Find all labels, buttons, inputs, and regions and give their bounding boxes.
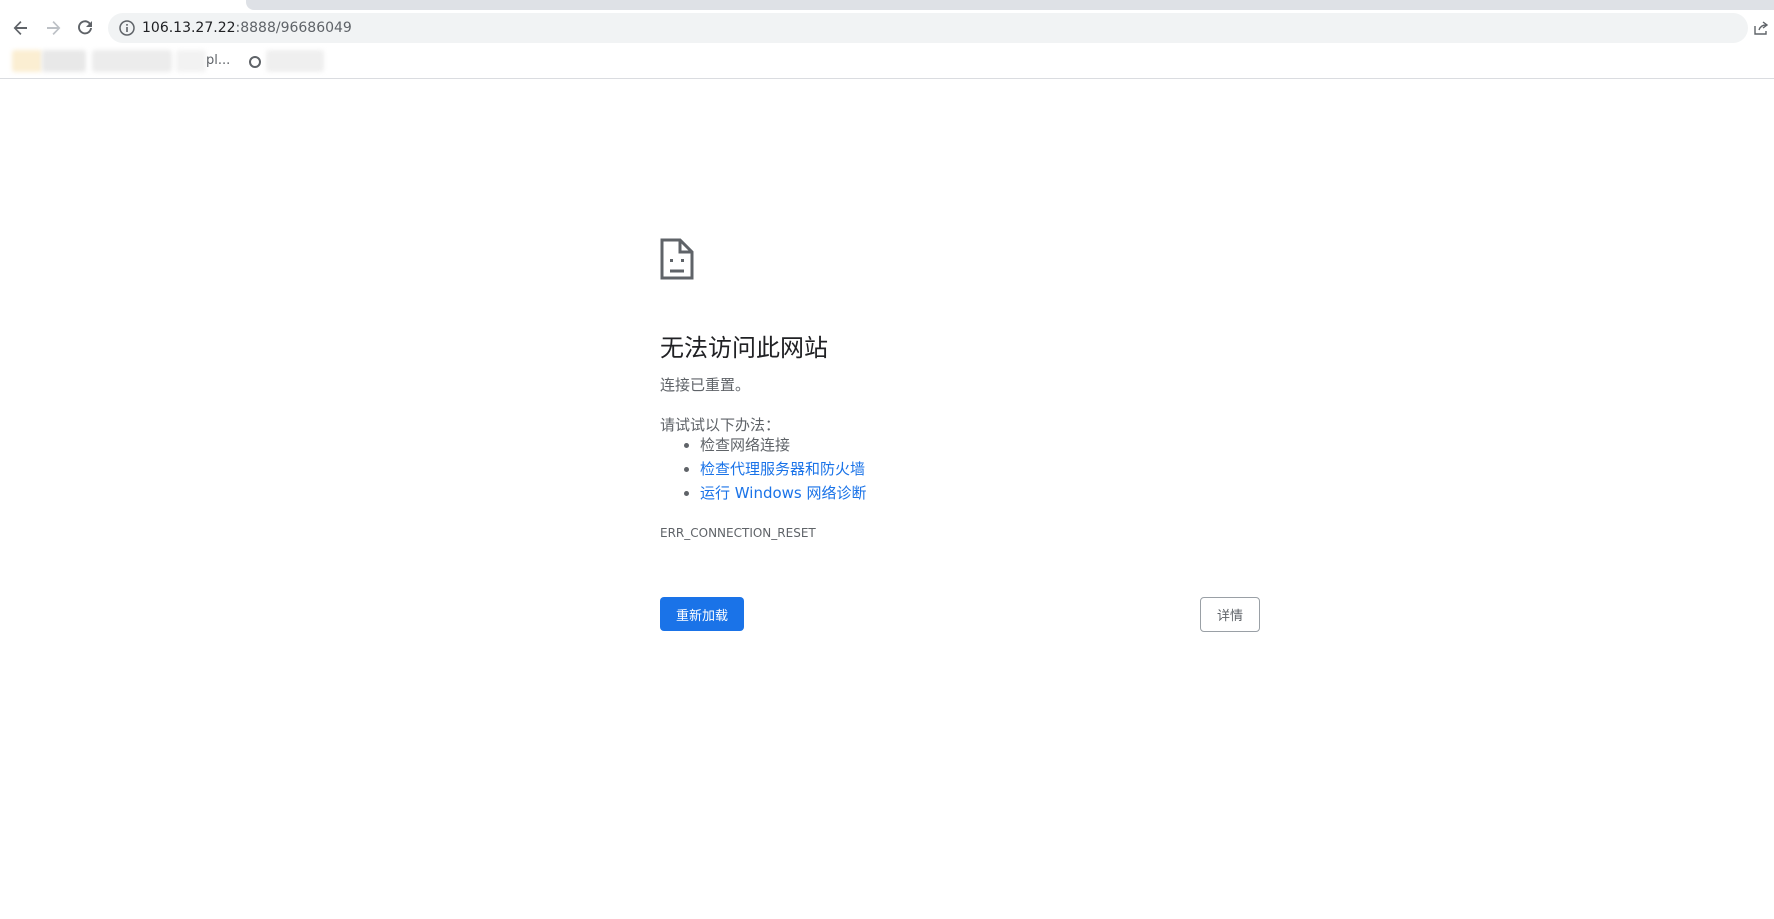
url-path: :8888/96686049	[235, 20, 352, 36]
error-summary: 连接已重置。	[660, 376, 751, 394]
error-code: ERR_CONNECTION_RESET	[660, 526, 816, 540]
run-diagnostics-link[interactable]: 运行 Windows 网络诊断	[700, 484, 867, 502]
suggestion-run-diagnostics: 运行 Windows 网络诊断	[700, 481, 867, 505]
bookmark-favicon-icon	[249, 56, 261, 68]
forward-arrow-icon	[47, 21, 61, 35]
bookmark-item-blurred[interactable]	[12, 50, 42, 72]
suggestions-list: 检查网络连接 检查代理服务器和防火墙 运行 Windows 网络诊断	[660, 433, 867, 505]
bookmark-item-blurred[interactable]	[92, 50, 172, 72]
info-icon[interactable]	[118, 19, 136, 37]
sad-document-icon	[660, 238, 694, 280]
back-button[interactable]	[6, 13, 36, 43]
browser-toolbar: 106.13.27.22:8888/96686049	[0, 10, 1774, 46]
share-button[interactable]	[1748, 13, 1774, 43]
reload-button[interactable]	[70, 13, 100, 43]
bookmark-item-label[interactable]: pl...	[206, 51, 230, 71]
suggestion-check-network: 检查网络连接	[700, 433, 867, 457]
inactive-tab-area[interactable]	[246, 0, 1774, 10]
url-host: 106.13.27.22	[142, 20, 236, 36]
check-proxy-link[interactable]: 检查代理服务器和防火墙	[700, 460, 865, 478]
error-title: 无法访问此网站	[660, 334, 828, 362]
bookmark-item-blurred[interactable]	[42, 50, 86, 72]
share-icon	[1754, 21, 1769, 35]
url-text[interactable]: 106.13.27.22:8888/96686049	[142, 13, 352, 43]
reload-icon	[78, 20, 92, 35]
details-button[interactable]: 详情	[1200, 597, 1260, 632]
suggestion-check-proxy: 检查代理服务器和防火墙	[700, 457, 867, 481]
bookmarks-bar: pl...	[0, 46, 1774, 79]
bookmark-item-blurred[interactable]	[266, 50, 324, 72]
bookmark-item-blurred[interactable]	[176, 50, 206, 72]
suggestions-heading: 请试试以下办法：	[660, 416, 781, 434]
address-bar[interactable]: 106.13.27.22:8888/96686049	[108, 13, 1748, 43]
back-arrow-icon	[13, 21, 27, 35]
forward-button[interactable]	[38, 13, 68, 43]
tab-strip	[0, 0, 1774, 10]
reload-page-button[interactable]: 重新加载	[660, 597, 744, 631]
